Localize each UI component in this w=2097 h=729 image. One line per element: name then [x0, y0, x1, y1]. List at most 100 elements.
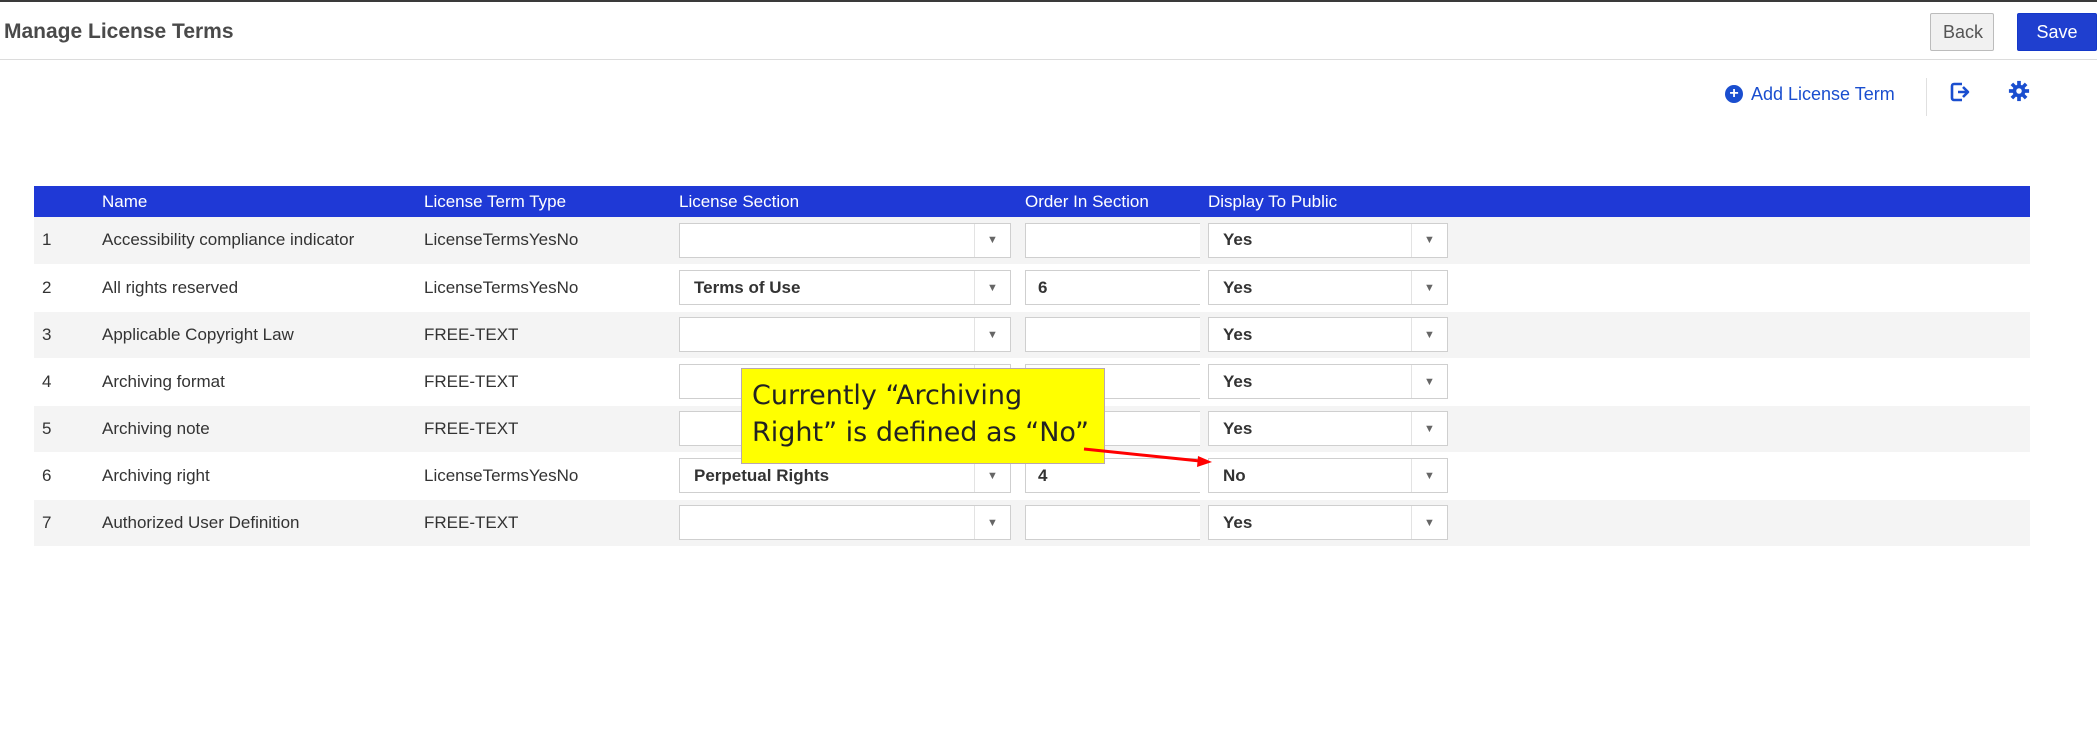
license-section-select[interactable]: ▼: [679, 317, 1011, 352]
add-license-term-button[interactable]: + Add License Term: [1725, 80, 1895, 108]
display-to-public-value: Yes: [1223, 230, 1253, 250]
row-spacer: [1450, 499, 2030, 547]
display-to-public-value: Yes: [1223, 512, 1253, 532]
chevron-down-icon[interactable]: ▼: [1411, 459, 1447, 492]
display-cell: Yes ▼: [1200, 499, 1450, 547]
license-section-value: Perpetual Rights: [694, 465, 830, 485]
license-section-value: Terms of Use: [694, 277, 801, 297]
term-type: FREE-TEXT: [416, 358, 671, 406]
order-in-section-input[interactable]: 6: [1025, 270, 1201, 305]
order-cell: 6: [1017, 264, 1201, 312]
row-spacer: [1450, 264, 2030, 312]
display-cell: Yes ▼: [1200, 217, 1450, 265]
col-license-term-type[interactable]: License Term Type: [416, 186, 671, 217]
display-cell: Yes ▼: [1200, 358, 1450, 406]
display-to-public-select[interactable]: Yes ▼: [1208, 411, 1448, 446]
row-spacer: [1450, 405, 2030, 453]
display-cell: No ▼: [1200, 452, 1450, 500]
term-name: Authorized User Definition: [94, 499, 416, 547]
row-spacer: [1450, 217, 2030, 265]
col-number: [34, 186, 94, 217]
order-in-section-input[interactable]: [1025, 222, 1201, 258]
display-to-public-select[interactable]: Yes ▼: [1208, 364, 1448, 399]
add-license-term-label: Add License Term: [1751, 83, 1895, 104]
license-section-cell: ▼: [671, 499, 1017, 547]
back-button[interactable]: Back: [1930, 13, 1994, 51]
chevron-down-icon[interactable]: ▼: [974, 506, 1010, 539]
page-title: Manage License Terms: [4, 20, 234, 43]
plus-circle-icon: +: [1725, 85, 1743, 103]
col-spacer: [1450, 186, 2030, 217]
row-spacer: [1450, 358, 2030, 406]
col-display-to-public[interactable]: Display To Public: [1200, 186, 1450, 217]
order-in-section-input[interactable]: [1025, 317, 1201, 352]
page-header: Manage License Terms Back Save: [0, 2, 2097, 60]
row-number: 3: [34, 311, 94, 359]
license-section-select[interactable]: ▼: [679, 505, 1011, 540]
save-button[interactable]: Save: [2017, 13, 2097, 51]
term-name: Archiving right: [94, 452, 416, 500]
display-to-public-value: Yes: [1223, 371, 1253, 391]
chevron-down-icon[interactable]: ▼: [1411, 223, 1447, 257]
order-cell: [1017, 499, 1201, 547]
table-row: 2 All rights reserved LicenseTermsYesNo Ter…: [34, 264, 2030, 312]
term-name: Archiving note: [94, 405, 416, 453]
chevron-down-icon[interactable]: ▼: [1411, 506, 1447, 539]
col-order-in-section[interactable]: Order In Section: [1017, 186, 1200, 217]
export-icon[interactable]: [1948, 80, 1974, 108]
display-to-public-select[interactable]: No ▼: [1208, 458, 1448, 493]
callout-line-1: Currently “Archiving: [752, 380, 1023, 411]
display-to-public-value: Yes: [1223, 418, 1253, 438]
order-in-section-input[interactable]: [1025, 505, 1201, 540]
chevron-down-icon[interactable]: ▼: [974, 271, 1010, 304]
row-number: 7: [34, 499, 94, 547]
chevron-down-icon[interactable]: ▼: [974, 223, 1010, 257]
chevron-down-icon[interactable]: ▼: [1411, 318, 1447, 351]
display-cell: Yes ▼: [1200, 311, 1450, 359]
table-row: 1 Accessibility compliance indicator Licen…: [34, 217, 2030, 265]
display-cell: Yes ▼: [1200, 264, 1450, 312]
display-to-public-select[interactable]: Yes ▼: [1208, 222, 1448, 258]
row-number: 4: [34, 358, 94, 406]
order-cell: [1017, 311, 1201, 359]
gear-icon[interactable]: [2008, 80, 2034, 108]
table-row: 7 Authorized User Definition FREE-TEXT ▼ Yes…: [34, 499, 2030, 547]
display-to-public-select[interactable]: Yes ▼: [1208, 317, 1448, 352]
row-number: 6: [34, 452, 94, 500]
order-cell: [1017, 217, 1201, 265]
license-terms-table: Name License Term Type License Section O…: [34, 186, 2030, 547]
term-type: FREE-TEXT: [416, 311, 671, 359]
term-type: FREE-TEXT: [416, 405, 671, 453]
term-type: FREE-TEXT: [416, 499, 671, 547]
chevron-down-icon[interactable]: ▼: [974, 318, 1010, 351]
display-to-public-value: No: [1223, 465, 1246, 485]
display-cell: Yes ▼: [1200, 405, 1450, 453]
license-section-cell: ▼: [671, 217, 1017, 265]
table-row: 3 Applicable Copyright Law FREE-TEXT ▼ Yes ▼: [34, 311, 2030, 359]
chevron-down-icon[interactable]: ▼: [1411, 365, 1447, 398]
callout-line-2: Right” is defined as “No”: [752, 417, 1089, 448]
col-name[interactable]: Name: [94, 186, 416, 217]
term-type: LicenseTermsYesNo: [416, 217, 671, 265]
license-section-cell: Terms of Use ▼: [671, 264, 1017, 312]
row-spacer: [1450, 452, 2030, 500]
row-spacer: [1450, 311, 2030, 359]
row-number: 1: [34, 217, 94, 265]
license-section-select[interactable]: Terms of Use ▼: [679, 270, 1011, 305]
row-number: 2: [34, 264, 94, 312]
display-to-public-select[interactable]: Yes ▼: [1208, 270, 1448, 305]
term-name: All rights reserved: [94, 264, 416, 312]
term-type: LicenseTermsYesNo: [416, 264, 671, 312]
toolbar-divider: [1926, 78, 1927, 116]
chevron-down-icon[interactable]: ▼: [1411, 271, 1447, 304]
col-license-section[interactable]: License Section: [671, 186, 1017, 217]
license-section-select[interactable]: ▼: [679, 222, 1011, 258]
term-name: Accessibility compliance indicator: [94, 217, 416, 265]
display-to-public-value: Yes: [1223, 277, 1253, 297]
chevron-down-icon[interactable]: ▼: [1411, 412, 1447, 445]
term-name: Applicable Copyright Law: [94, 311, 416, 359]
license-section-cell: ▼: [671, 311, 1017, 359]
display-to-public-select[interactable]: Yes ▼: [1208, 505, 1448, 540]
display-to-public-value: Yes: [1223, 324, 1253, 344]
term-name: Archiving format: [94, 358, 416, 406]
